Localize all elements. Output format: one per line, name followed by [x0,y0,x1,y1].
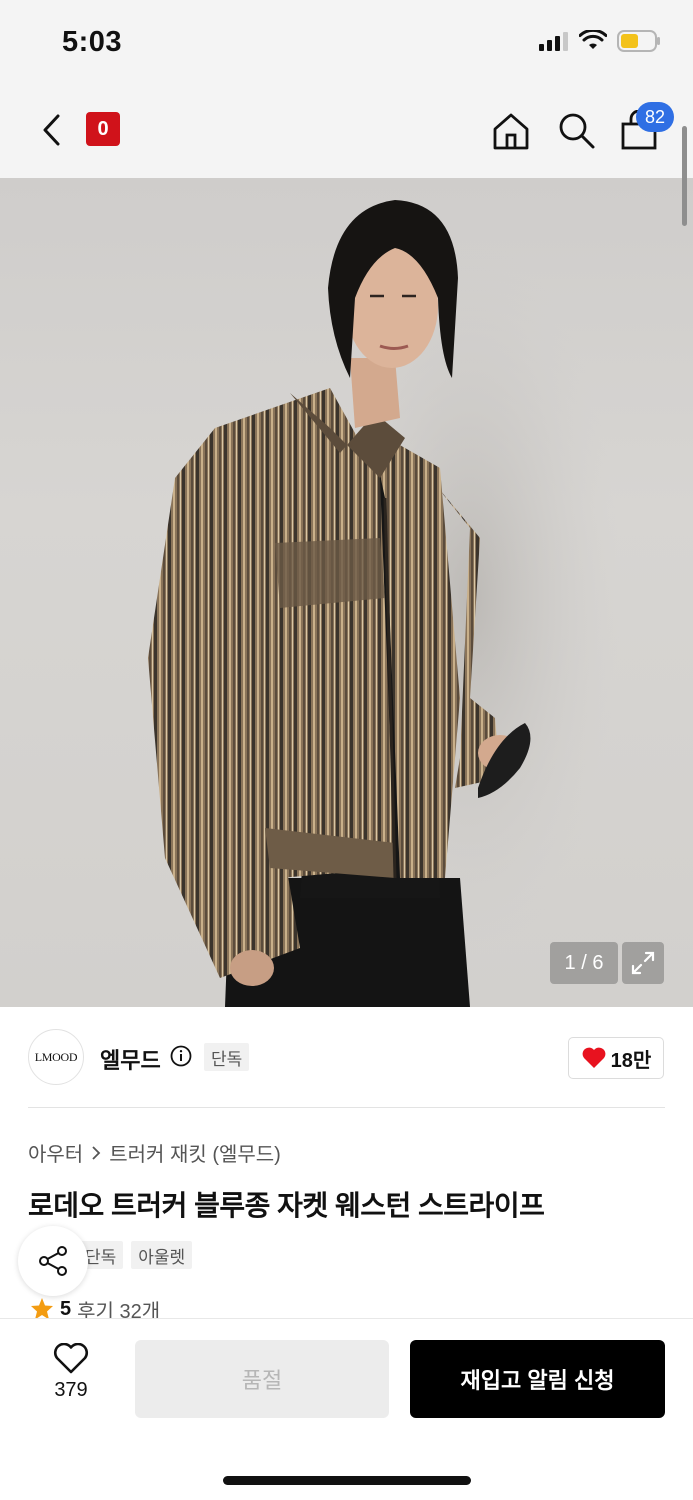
restock-alert-button[interactable]: 재입고 알림 신청 [410,1340,665,1418]
heart-icon [582,1047,606,1068]
status-bar: 5:03 [0,0,693,90]
image-counter: 1 / 6 [550,942,618,984]
search-button[interactable] [556,110,598,152]
rating-value: 5 [60,1298,72,1320]
home-button[interactable] [490,110,532,152]
product-tags: 단독 아울렛 [78,1241,193,1269]
info-icon[interactable] [170,1045,192,1067]
store-logo[interactable]: 0 [86,112,120,146]
star-icon [31,1298,53,1320]
wishlist-count: 379 [54,1379,88,1401]
expand-icon [631,951,655,975]
search-icon [559,113,595,149]
signal-icon [539,32,568,51]
cart-count-badge: 82 [636,102,674,132]
top-navigation: 0 [0,90,693,178]
page-scrollbar[interactable] [682,126,687,226]
exclusive-tag: 단독 [204,1043,250,1071]
back-arrow-icon [43,114,60,146]
breadcrumb-category[interactable]: 아우터 [28,1138,83,1167]
chevron-right-icon [92,1145,101,1160]
breadcrumb-subcategory[interactable]: 트러커 재킷 (엘무드) [109,1138,281,1167]
brand-like-count: 18만 [610,1049,652,1072]
product-title: 로데오 트러커 블루종 자켓 웨스턴 스트라이프 [28,1190,545,1221]
brand-like-button[interactable]: 18만 [568,1037,664,1079]
home-indicator[interactable] [223,1476,471,1485]
home-icon [493,113,529,150]
status-icons [539,30,661,52]
share-icon [39,1246,67,1276]
brand-row: LMOOD 엘무드 단독 18만 [0,1007,693,1107]
divider [28,1107,665,1108]
sold-out-button: 품절 [135,1340,389,1418]
breadcrumb: 아우터 트러커 재킷 (엘무드) [28,1138,281,1167]
share-button[interactable] [18,1226,88,1296]
heart-outline-icon [54,1343,88,1374]
back-button[interactable] [34,110,68,150]
tag-outlet: 아울렛 [131,1241,193,1269]
review-count: 후기 32개 [77,1300,161,1321]
wifi-icon [579,30,607,49]
rating-row[interactable]: 5 후기 32개 [30,1298,160,1320]
expand-image-button[interactable] [622,942,664,984]
product-photo [148,200,620,1007]
brand-avatar[interactable]: LMOOD [28,1029,84,1085]
product-image-carousel[interactable] [0,178,693,1007]
status-time: 5:03 [62,26,123,58]
wishlist-button[interactable]: 379 [40,1343,102,1413]
battery-icon [617,30,660,52]
brand-name[interactable]: 엘무드 [100,1043,161,1075]
